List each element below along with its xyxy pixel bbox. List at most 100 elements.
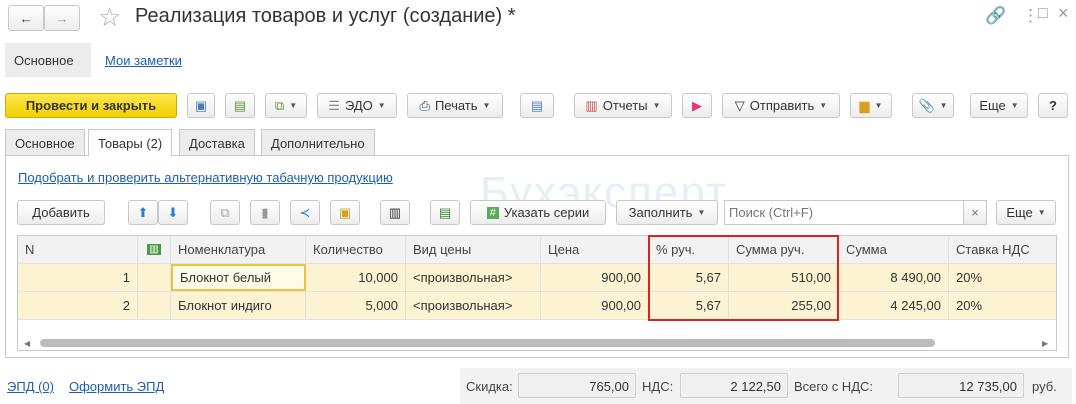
marking-icon: ▥ [147, 244, 161, 255]
cell-quantity[interactable]: 10,000 [306, 264, 406, 291]
tobacco-link[interactable]: Подобрать и проверить альтернативную таб… [18, 170, 393, 185]
back-button[interactable]: ← [8, 5, 44, 31]
add-button[interactable]: Добавить [17, 200, 105, 225]
nav-main[interactable]: Основное [5, 43, 91, 77]
calendar-check-icon: ▤ [438, 204, 452, 220]
print-button[interactable]: ⎙ Печать ▼ [407, 93, 503, 118]
report-icon: ▥ [585, 97, 598, 113]
help-button[interactable]: ? [1038, 93, 1068, 118]
paperclip-icon: 📎 [918, 97, 935, 113]
cell-price[interactable]: 900,00 [541, 264, 649, 291]
bitrix-button[interactable]: ▶ [682, 93, 712, 118]
list-icon: ▤ [530, 97, 544, 113]
printer-icon: ⎙ [419, 97, 430, 113]
total-label: Всего с НДС: [794, 379, 874, 394]
cell-icon [138, 264, 171, 291]
col-sum[interactable]: Сумма [839, 236, 949, 263]
attach-button[interactable]: 📎 ▼ [912, 93, 954, 118]
nav-notes[interactable]: Мои заметки [105, 53, 182, 68]
col-n[interactable]: N [18, 236, 138, 263]
move-up-button[interactable]: ⬆ [128, 200, 158, 225]
maximize-icon[interactable]: □ [1038, 5, 1048, 23]
highlight-box [648, 235, 839, 321]
post-close-button[interactable]: Провести и закрыть [5, 93, 177, 118]
more-vert-icon[interactable]: ⋮ [1022, 6, 1039, 26]
cell-vat-rate[interactable]: 20% [949, 264, 1056, 291]
cell-n: 1 [18, 264, 138, 291]
move-down-button[interactable]: ⬇ [158, 200, 188, 225]
create-based-button[interactable]: ⧉ ▼ [265, 93, 307, 118]
cell-n: 2 [18, 292, 138, 319]
col-vat-rate[interactable]: Ставка НДС [949, 236, 1056, 263]
cell-price-type[interactable]: <произвольная> [406, 292, 541, 319]
cell-quantity[interactable]: 5,000 [306, 292, 406, 319]
hash-icon: # [486, 206, 499, 219]
edo-icon: ☰ [328, 97, 340, 113]
tab-delivery[interactable]: Доставка [179, 129, 255, 156]
bitrix-icon: ▶ [692, 97, 702, 113]
paste-button[interactable]: ▮ [250, 200, 280, 225]
paste-icon: ▮ [261, 204, 269, 220]
discount-value: 765,00 [518, 373, 636, 398]
link-icon[interactable]: 🔗 [985, 6, 1006, 26]
col-price[interactable]: Цена [541, 236, 649, 263]
table-row[interactable]: 1 Блокнот белый 10,000 <произвольная> 90… [18, 264, 1056, 292]
cell-nomenclature[interactable]: Блокнот индиго [171, 292, 306, 319]
check-button[interactable]: ▤ [430, 200, 460, 225]
make-epd-link[interactable]: Оформить ЭПД [69, 379, 164, 394]
tab-additional[interactable]: Дополнительно [261, 129, 375, 156]
cell-sum[interactable]: 4 245,00 [839, 292, 949, 319]
fill-button[interactable]: Заполнить ▼ [616, 200, 718, 225]
arrow-down-icon: ⬇ [167, 204, 179, 220]
vat-label: НДС: [642, 379, 674, 394]
cell-vat-rate[interactable]: 20% [949, 292, 1056, 319]
series-button[interactable]: # Указать серии [470, 200, 606, 225]
share-button[interactable]: ≺ [290, 200, 320, 225]
cell-sum[interactable]: 8 490,00 [839, 264, 949, 291]
col-icon[interactable]: ▥ [138, 236, 171, 263]
vat-value: 2 122,50 [680, 373, 788, 398]
search-input[interactable] [724, 200, 964, 225]
cell-price[interactable]: 900,00 [541, 292, 649, 319]
tab-goods[interactable]: Товары (2) [88, 129, 173, 157]
share-icon: ≺ [299, 204, 311, 220]
col-quantity[interactable]: Количество [306, 236, 406, 263]
edo-button[interactable]: ☰ ЭДО ▼ [317, 93, 397, 118]
table-row[interactable]: 2 Блокнот индиго 5,000 <произвольная> 90… [18, 292, 1056, 320]
post-button[interactable]: ▤ [225, 93, 255, 118]
pick-button[interactable]: ▣ [330, 200, 360, 225]
col-price-type[interactable]: Вид цены [406, 236, 541, 263]
scroll-right-icon[interactable]: ▶ [1042, 339, 1048, 348]
close-icon[interactable]: × [1058, 3, 1069, 24]
col-nomenclature[interactable]: Номенклатура [171, 236, 306, 263]
epd-link[interactable]: ЭПД (0) [7, 379, 54, 394]
table-more-button[interactable]: Еще ▼ [996, 200, 1056, 225]
cell-icon [138, 292, 171, 319]
forward-button[interactable]: → [44, 5, 80, 31]
star-icon[interactable]: ☆ [98, 2, 121, 33]
barcode-button[interactable]: ▥ [380, 200, 410, 225]
create-based-icon: ⧉ [274, 97, 285, 113]
journal-button[interactable]: ▤ [520, 93, 554, 118]
send-button[interactable]: ▽ Отправить ▼ [722, 93, 840, 118]
discount-label: Скидка: [466, 379, 513, 394]
tab-main[interactable]: Основное [5, 129, 85, 156]
cell-price-type[interactable]: <произвольная> [406, 264, 541, 291]
scroll-left-icon[interactable]: ◀ [24, 339, 30, 348]
cell-nomenclature[interactable]: Блокнот белый [171, 264, 306, 291]
barcode-icon: ▥ [388, 204, 402, 220]
clear-search-button[interactable]: × [963, 200, 987, 225]
send-icon: ▽ [734, 97, 745, 113]
copy-button[interactable]: ⧉ [210, 200, 240, 225]
tasks-button[interactable]: ▆ ▼ [850, 93, 892, 118]
post-icon: ▤ [233, 97, 247, 113]
more-button[interactable]: Еще ▼ [970, 93, 1028, 118]
reports-button[interactable]: ▥ Отчеты ▼ [574, 93, 672, 118]
page-title: Реализация товаров и услуг (создание) * [135, 5, 516, 27]
horizontal-scrollbar[interactable] [40, 339, 935, 347]
save-button[interactable]: ▣ [187, 93, 215, 118]
document-clock-icon: ▆ [859, 97, 870, 113]
copy-icon: ⧉ [220, 204, 230, 220]
table-header: N ▥ Номенклатура Количество Вид цены Цен… [18, 236, 1056, 264]
arrow-up-icon: ⬆ [137, 204, 149, 220]
